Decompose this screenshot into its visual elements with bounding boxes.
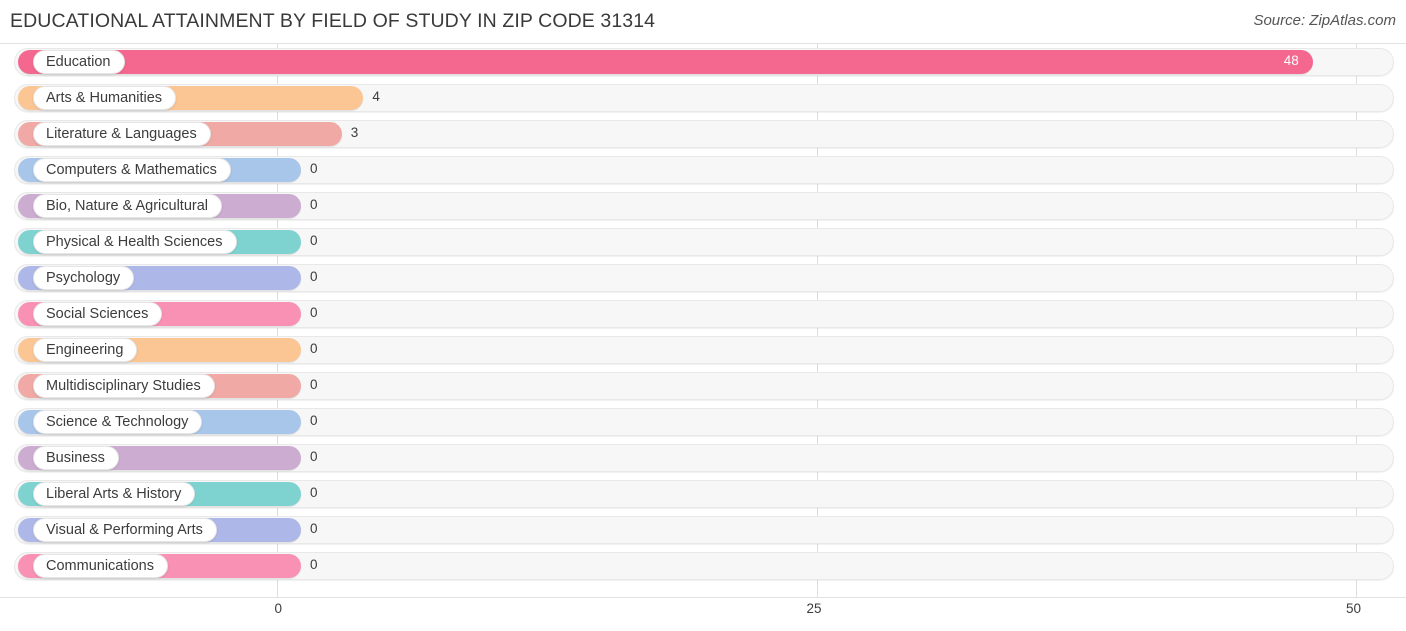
plot-area: Education 48 Arts & Humanities 4 Literature … <box>0 44 1406 597</box>
bar-value-label: 0 <box>310 161 318 176</box>
bar-row[interactable]: Physical & Health Sciences 0 <box>0 224 1406 260</box>
bar-category-label: Education <box>46 53 111 70</box>
bar-row[interactable]: Arts & Humanities 4 <box>0 80 1406 116</box>
bar-value-label: 0 <box>310 413 318 428</box>
bar-label-pill: Engineering <box>33 338 138 362</box>
bar-label-pill: Business <box>33 446 119 470</box>
source-attribution: Source: ZipAtlas.com <box>1253 12 1396 29</box>
bar-label-pill: Social Sciences <box>33 302 163 326</box>
page-title: EDUCATIONAL ATTAINMENT BY FIELD OF STUDY… <box>10 10 656 32</box>
bar-label-pill: Computers & Mathematics <box>33 158 231 182</box>
bar-value-label: 0 <box>310 485 318 500</box>
bar-row[interactable]: Multidisciplinary Studies 0 <box>0 368 1406 404</box>
bar-label-pill: Science & Technology <box>33 410 203 434</box>
bar-category-label: Physical & Health Sciences <box>46 233 223 250</box>
bar-row[interactable]: Visual & Performing Arts 0 <box>0 512 1406 548</box>
bar-label-pill: Arts & Humanities <box>33 86 177 110</box>
bar-category-label: Bio, Nature & Agricultural <box>46 197 208 214</box>
axis-divider <box>0 597 1406 598</box>
bar-label-pill: Psychology <box>33 266 135 290</box>
bar-rows: Education 48 Arts & Humanities 4 Literature … <box>0 44 1406 584</box>
bar-category-label: Engineering <box>46 341 124 358</box>
bar-label-pill: Communications <box>33 554 168 578</box>
bar-value-label: 0 <box>310 233 318 248</box>
bar-value-label: 0 <box>310 449 318 464</box>
bar-value-label: 0 <box>310 341 318 356</box>
bar-value-label: 3 <box>350 125 359 140</box>
bar-label-pill: Education <box>33 50 125 74</box>
bar-category-label: Psychology <box>46 269 121 286</box>
bar-row[interactable]: Business 0 <box>0 440 1406 476</box>
bar-category-label: Liberal Arts & History <box>46 485 182 502</box>
chart-header: EDUCATIONAL ATTAINMENT BY FIELD OF STUDY… <box>0 0 1406 44</box>
bar-row[interactable]: Computers & Mathematics 0 <box>0 152 1406 188</box>
bar-value-label: 0 <box>310 557 318 572</box>
bar-category-label: Visual & Performing Arts <box>46 521 203 538</box>
x-tick-label: 50 <box>1345 601 1361 616</box>
x-tick-label: 0 <box>274 601 282 616</box>
bar-label-pill: Multidisciplinary Studies <box>33 374 215 398</box>
x-axis: 0 25 50 <box>0 597 1406 631</box>
bar-row[interactable]: Bio, Nature & Agricultural 0 <box>0 188 1406 224</box>
bar-value-label: 0 <box>310 197 318 212</box>
chart-root: EDUCATIONAL ATTAINMENT BY FIELD OF STUDY… <box>0 0 1406 631</box>
bar-category-label: Arts & Humanities <box>46 89 163 106</box>
bar-value-label: 0 <box>310 269 318 284</box>
bar-row[interactable]: Liberal Arts & History 0 <box>0 476 1406 512</box>
bar-category-label: Science & Technology <box>46 413 189 430</box>
bar-value-label: 0 <box>310 377 318 392</box>
bar-label-pill: Literature & Languages <box>33 122 211 146</box>
bar-value-label: 48 <box>1283 53 1299 68</box>
bar-category-label: Social Sciences <box>46 305 149 322</box>
bar-category-label: Communications <box>46 557 154 574</box>
bar-category-label: Literature & Languages <box>46 125 197 142</box>
bar-row[interactable]: Education 48 <box>0 44 1406 80</box>
bar-row[interactable]: Science & Technology 0 <box>0 404 1406 440</box>
bar-row[interactable]: Literature & Languages 3 <box>0 116 1406 152</box>
bar-value-label: 0 <box>310 521 318 536</box>
bar-value-label: 0 <box>310 305 318 320</box>
bar-category-label: Computers & Mathematics <box>46 161 217 178</box>
bar-fill[interactable] <box>18 50 1313 74</box>
bar-category-label: Business <box>46 449 105 466</box>
bar-label-pill: Physical & Health Sciences <box>33 230 237 254</box>
bar-row[interactable]: Social Sciences 0 <box>0 296 1406 332</box>
bar-value-label: 4 <box>372 89 380 104</box>
bar-row[interactable]: Communications 0 <box>0 548 1406 584</box>
bar-label-pill: Bio, Nature & Agricultural <box>33 194 222 218</box>
bar-category-label: Multidisciplinary Studies <box>46 377 201 394</box>
bar-row[interactable]: Psychology 0 <box>0 260 1406 296</box>
bar-label-pill: Visual & Performing Arts <box>33 518 217 542</box>
x-tick-label: 25 <box>806 601 822 616</box>
bar-label-pill: Liberal Arts & History <box>33 482 196 506</box>
bar-row[interactable]: Engineering 0 <box>0 332 1406 368</box>
